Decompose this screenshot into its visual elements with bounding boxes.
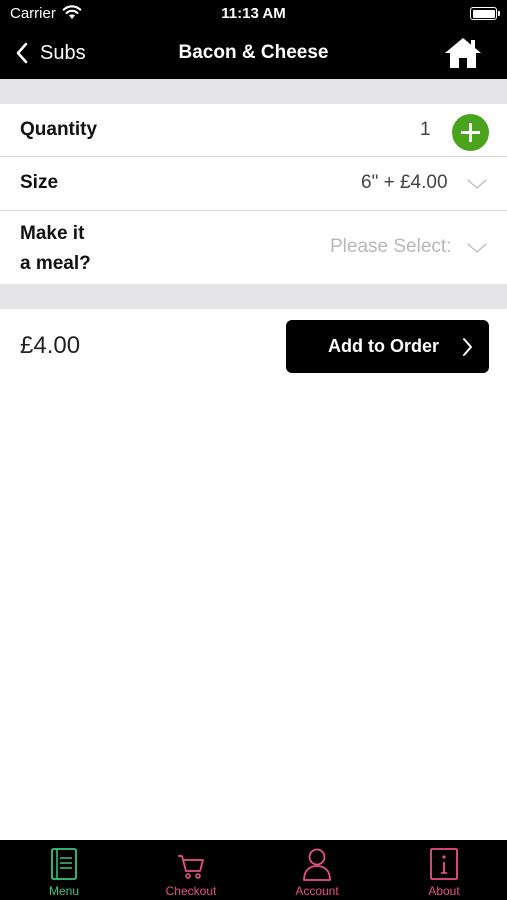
size-label: Size: [20, 172, 59, 193]
meal-label-line2: a meal?: [20, 253, 91, 274]
back-label: Subs: [40, 41, 86, 64]
add-to-order-label: Add to Order: [328, 336, 439, 356]
size-value: 6" + £4.00: [361, 172, 448, 193]
tab-account-label: Account: [295, 884, 339, 898]
tab-account[interactable]: Account: [254, 840, 380, 900]
section-separator: [0, 284, 507, 309]
tab-checkout[interactable]: Checkout: [128, 840, 254, 900]
quantity-row: Quantity 1: [0, 104, 507, 157]
tab-checkout-label: Checkout: [165, 884, 217, 898]
tab-about[interactable]: About: [381, 840, 507, 900]
tab-menu-label: Menu: [48, 884, 80, 898]
info-icon: [430, 848, 458, 880]
meal-label-line1: Make it: [20, 223, 85, 244]
quantity-value: 1: [420, 119, 431, 140]
tab-about-label: About: [428, 884, 460, 898]
chevron-down-icon: [467, 179, 487, 190]
quantity-label: Quantity: [20, 119, 98, 140]
person-icon: [303, 848, 331, 881]
chevron-down-icon: [467, 243, 487, 254]
order-price: £4.00: [20, 332, 81, 359]
battery-icon: [470, 7, 500, 20]
home-icon[interactable]: [443, 36, 483, 70]
status-time: 11:13 AM: [221, 5, 286, 22]
back-button[interactable]: Subs: [14, 38, 86, 68]
quantity-add-button[interactable]: [452, 114, 489, 151]
navigation-bar: Subs Bacon & Cheese: [0, 28, 507, 79]
add-to-order-button[interactable]: Add to Order: [286, 320, 489, 373]
size-selector[interactable]: Size 6" + £4.00: [0, 157, 507, 211]
meal-selector[interactable]: Make it a meal? Please Select:: [0, 211, 507, 284]
menu-book-icon: [51, 848, 77, 880]
chevron-left-icon: [16, 42, 28, 64]
cart-icon: [178, 855, 204, 879]
tab-bar: Menu Checkout Account About: [0, 840, 507, 900]
status-bar: Carrier 11:13 AM: [0, 0, 507, 28]
tab-menu[interactable]: Menu: [1, 840, 127, 900]
chevron-right-icon: [463, 338, 472, 356]
section-separator: [0, 79, 507, 104]
meal-placeholder: Please Select:: [330, 236, 452, 257]
